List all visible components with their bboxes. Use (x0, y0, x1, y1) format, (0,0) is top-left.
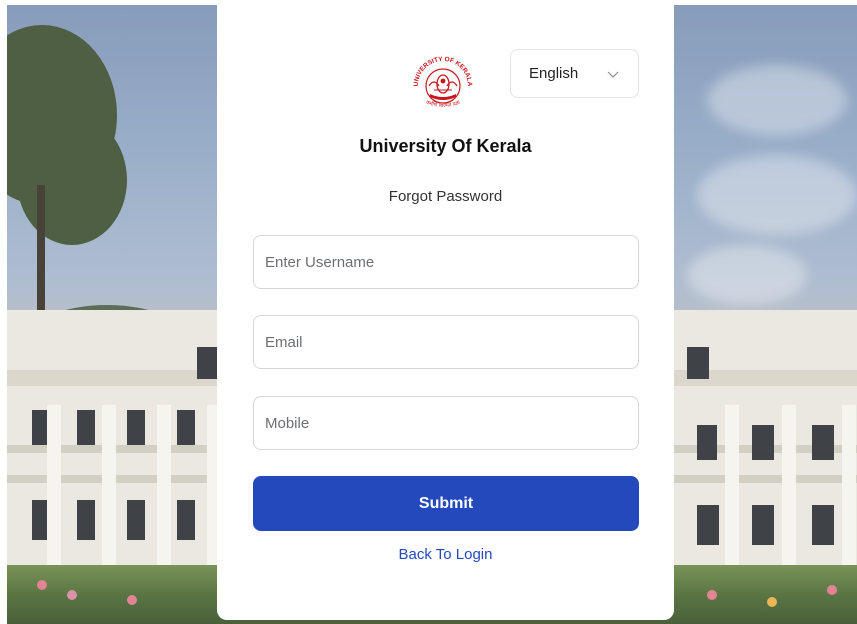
chevron-down-icon (607, 71, 619, 78)
mobile-input[interactable] (253, 396, 639, 450)
email-input[interactable] (253, 315, 639, 369)
university-name: University Of Kerala (359, 136, 532, 156)
submit-button[interactable]: Submit (253, 476, 639, 531)
svg-text:कर्मणि व्यज्यते प्रज्ञा: कर्मणि व्यज्यते प्रज्ञा (425, 99, 462, 109)
back-to-login-link[interactable]: Back To Login (217, 546, 674, 563)
language-select-value: English (529, 65, 579, 82)
university-logo: UNIVERSITY OF KERALA कर्मणि व्यज्यते प्र… (413, 56, 473, 109)
language-select[interactable]: English (510, 49, 639, 98)
page-title: Forgot Password (388, 188, 503, 205)
username-input[interactable] (253, 235, 639, 289)
